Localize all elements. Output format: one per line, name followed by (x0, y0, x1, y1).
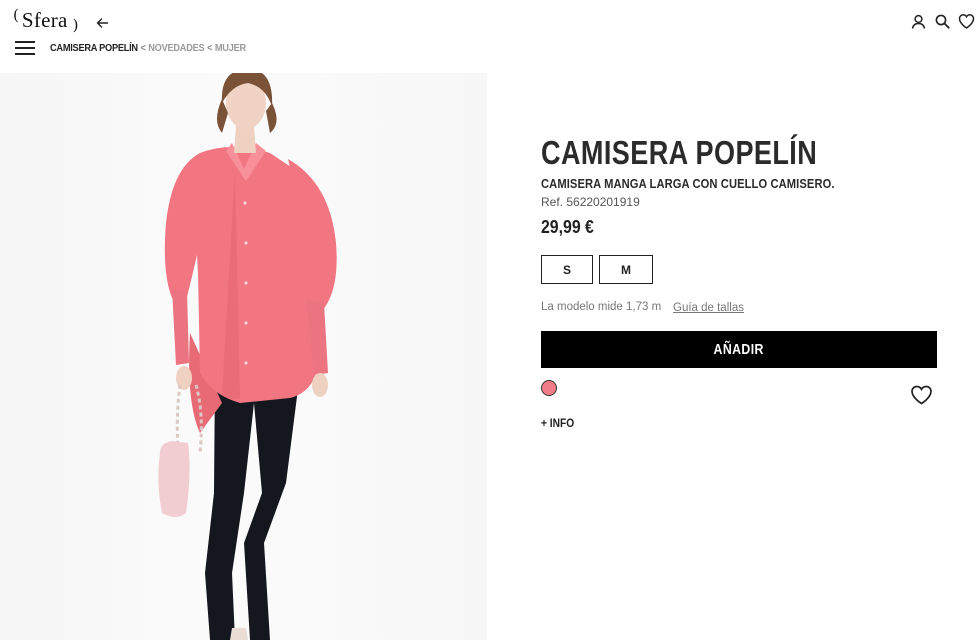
heart-icon[interactable] (958, 13, 975, 30)
back-arrow-icon[interactable] (95, 16, 109, 30)
breadcrumb-current: CAMISERA POPELÍN (50, 42, 138, 54)
product-subtitle: CAMISERA MANGA LARGA CON CUELLO CAMISERO… (541, 176, 835, 191)
search-icon[interactable] (934, 13, 951, 30)
user-icon[interactable] (910, 13, 927, 30)
size-guide-link[interactable]: Guía de tallas (673, 302, 744, 314)
header-actions (910, 13, 975, 30)
product-price: 29,99 € (541, 217, 594, 237)
size-option-m[interactable]: M (599, 255, 653, 284)
more-info-toggle[interactable]: + INFO (541, 416, 574, 430)
color-swatch[interactable] (541, 380, 557, 396)
product-title: CAMISERA POPELÍN (541, 134, 818, 171)
size-option-s[interactable]: S (541, 255, 593, 284)
brand-logo[interactable]: ( Sfera ) (13, 6, 79, 34)
breadcrumb-link-novedades[interactable]: NOVEDADES (148, 42, 204, 54)
breadcrumb-link-mujer[interactable]: MUJER (215, 42, 246, 54)
add-to-cart-button[interactable]: AÑADIR (541, 331, 937, 368)
model-height-note: La modelo mide 1,73 m (541, 301, 662, 313)
logo-paren-left: ( (13, 5, 19, 24)
logo-paren-right: ) (72, 15, 79, 34)
model-photo (158, 73, 337, 640)
wishlist-heart-icon[interactable] (910, 385, 933, 405)
breadcrumb-separator: < (207, 42, 213, 54)
breadcrumb: CAMISERA POPELÍN < NOVEDADES < MUJER (50, 42, 246, 54)
menu-icon[interactable] (15, 41, 36, 56)
size-selector: S M (541, 255, 653, 284)
brand-name: Sfera (21, 7, 68, 32)
add-to-cart-label: AÑADIR (713, 341, 765, 358)
product-image[interactable] (0, 73, 487, 640)
breadcrumb-separator: < (140, 42, 146, 54)
product-reference: Ref. 56220201919 (541, 195, 640, 209)
